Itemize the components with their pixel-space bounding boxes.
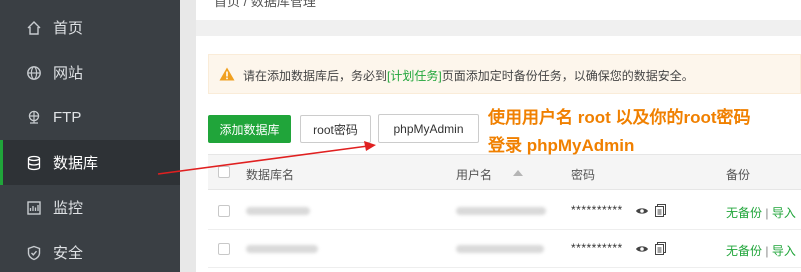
column-header-name[interactable]: 数据库名	[246, 166, 294, 183]
notice-text: 请在添加数据库后，务必到[计划任务]页面添加定时备份任务，以确保您的数据安全。	[243, 67, 694, 84]
table-row: ********** 无备份 | 导入	[208, 230, 801, 268]
sidebar-item-monitor[interactable]: 监控	[0, 185, 180, 230]
backup-cell: 无备份 | 导入	[726, 242, 796, 259]
copy-icon[interactable]	[655, 242, 666, 260]
blurred-db-name	[246, 207, 310, 215]
sidebar: 首页 网站 FTP 数据库 监控 安全	[0, 0, 180, 272]
sidebar-item-home[interactable]: 首页	[0, 5, 180, 50]
column-header-backup: 备份	[726, 168, 751, 182]
warning-icon	[219, 67, 235, 81]
phpmyadmin-button[interactable]: phpMyAdmin	[378, 114, 479, 143]
table-row: ********** 无备份 | 导入	[208, 192, 801, 230]
separator: |	[765, 244, 769, 258]
sidebar-item-label: 首页	[53, 20, 84, 37]
blurred-username	[456, 207, 546, 215]
sort-ascending-icon[interactable]	[513, 170, 523, 176]
breadcrumb: 首页 / 数据库管理	[214, 0, 316, 9]
home-icon	[26, 20, 42, 36]
monitor-icon	[26, 200, 42, 216]
table-header: 数据库名 用户名 密码 备份	[208, 154, 801, 190]
sidebar-item-label: 监控	[53, 200, 84, 217]
row-checkbox[interactable]	[218, 243, 230, 255]
ftp-icon	[26, 110, 42, 126]
eye-icon[interactable]	[635, 242, 649, 260]
backup-status-link[interactable]: 无备份	[726, 206, 762, 220]
blurred-username	[456, 245, 544, 253]
column-header-password: 密码	[571, 168, 596, 182]
select-all-checkbox[interactable]	[218, 166, 230, 178]
backup-status-link[interactable]: 无备份	[726, 244, 762, 258]
separator: |	[765, 206, 769, 220]
blurred-db-name	[246, 245, 318, 253]
copy-icon[interactable]	[655, 204, 666, 222]
import-link[interactable]: 导入	[772, 206, 796, 220]
breadcrumb-bar: 首页 / 数据库管理	[196, 0, 801, 20]
notice-text-before: 请在添加数据库后，务必到	[243, 69, 388, 83]
sidebar-item-database[interactable]: 数据库	[0, 140, 180, 185]
sidebar-item-label: FTP	[53, 109, 82, 126]
eye-icon[interactable]	[635, 204, 649, 222]
shield-icon	[26, 245, 42, 261]
backup-cell: 无备份 | 导入	[726, 204, 796, 221]
notice-text-after: 页面添加定时备份任务，以确保您的数据安全。	[441, 69, 694, 83]
masked-password: **********	[571, 203, 623, 217]
annotation-line-2: 登录 phpMyAdmin	[488, 136, 635, 155]
sidebar-item-websites[interactable]: 网站	[0, 50, 180, 95]
root-password-button[interactable]: root密码	[300, 115, 371, 143]
import-link[interactable]: 导入	[772, 244, 796, 258]
column-header-user[interactable]: 用户名	[456, 166, 492, 183]
sidebar-item-security[interactable]: 安全	[0, 230, 180, 272]
add-database-button[interactable]: 添加数据库	[208, 115, 291, 143]
cron-task-link[interactable]: [计划任务]	[387, 69, 442, 83]
sidebar-item-ftp[interactable]: FTP	[0, 95, 180, 140]
database-icon	[26, 155, 42, 171]
sidebar-gutter	[180, 0, 196, 272]
masked-password: **********	[571, 241, 623, 255]
globe-icon	[26, 65, 42, 81]
sidebar-item-label: 网站	[53, 65, 84, 82]
row-checkbox[interactable]	[218, 205, 230, 217]
sidebar-item-label: 数据库	[53, 155, 99, 172]
sidebar-item-label: 安全	[53, 245, 84, 262]
backup-notice: 请在添加数据库后，务必到[计划任务]页面添加定时备份任务，以确保您的数据安全。	[208, 54, 801, 94]
annotation-line-1: 使用用户名 root 以及你的root密码	[488, 108, 751, 127]
